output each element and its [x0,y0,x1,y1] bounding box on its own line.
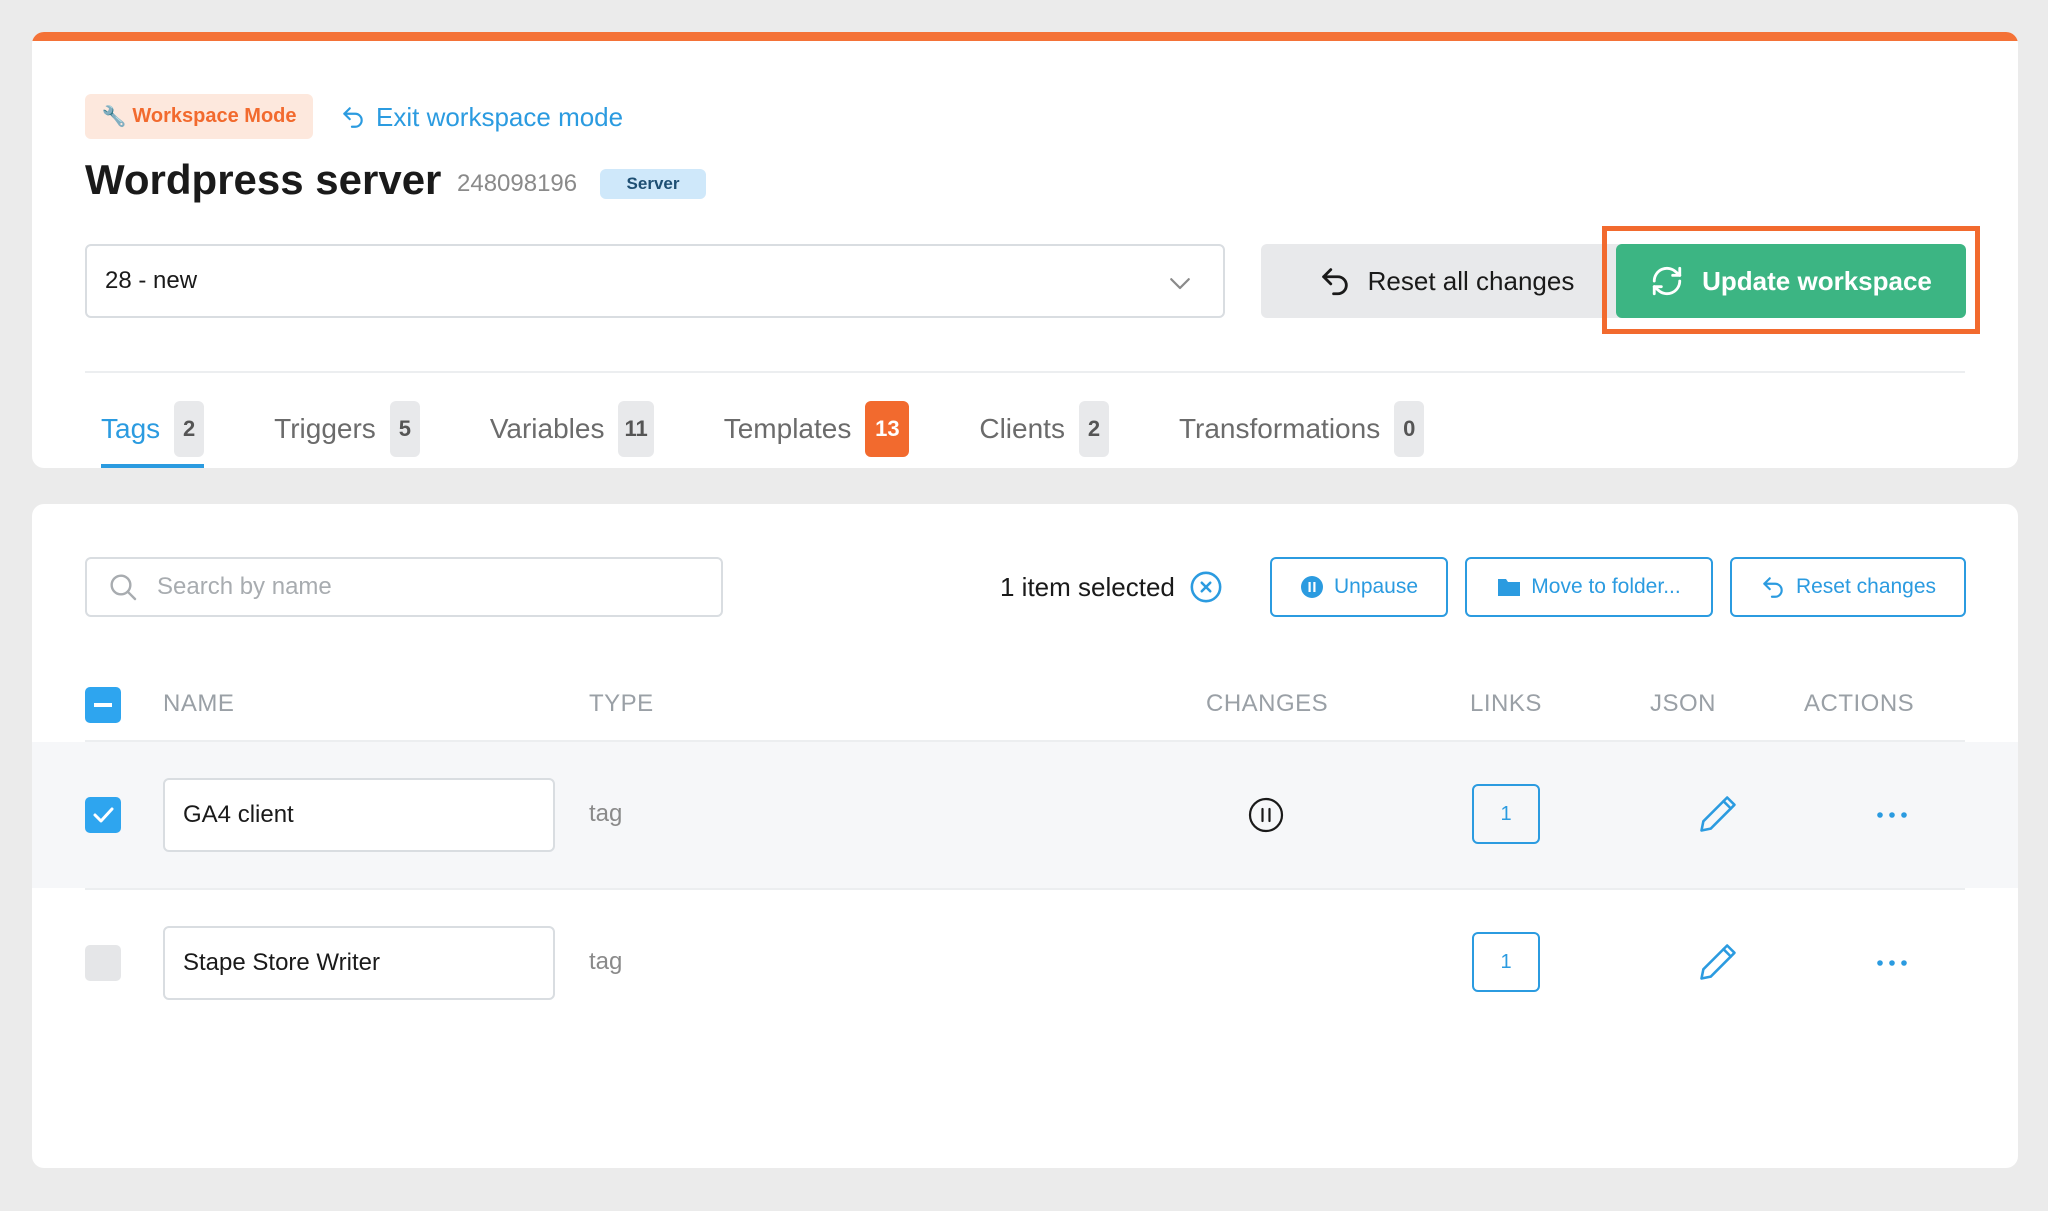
version-select[interactable]: 28 - new [85,244,1225,318]
undo-arrow-icon [1321,268,1348,296]
row-links-button[interactable]: 1 [1472,784,1540,844]
pause-icon [1300,576,1323,598]
reset-all-changes-button[interactable]: Reset all changes [1261,244,1631,318]
search-box[interactable] [85,557,723,617]
tab-label: Tags [101,413,161,444]
update-workspace-button[interactable]: Update workspace [1616,244,1966,318]
accent-bar [32,32,2018,41]
column-header-name[interactable]: NAME [163,690,234,718]
table-row[interactable]: GA4 client tag 1 [32,742,2018,888]
unpause-label: Unpause [1333,575,1419,598]
column-header-changes: CHANGES [1206,690,1329,717]
update-workspace-label: Update workspace [1702,265,1932,296]
row-links-button[interactable]: 1 [1472,932,1540,992]
pencil-icon[interactable] [1696,792,1740,836]
version-select-value: 28 - new [105,267,198,294]
tab-label: Variables [489,413,605,444]
more-icon[interactable] [1874,956,1910,970]
exit-workspace-label: Exit workspace mode [376,101,624,132]
column-header-links: LINKS [1470,690,1542,717]
selection-count-text: 1 item selected [1000,571,1175,602]
search-input[interactable] [157,573,697,601]
unpause-button[interactable]: Unpause [1270,557,1448,617]
pause-icon [1248,797,1284,833]
tab-count-badge: 0 [1394,401,1425,457]
move-to-folder-label: Move to folder... [1531,575,1681,598]
column-header-json: JSON [1650,690,1717,717]
folder-icon [1498,579,1521,596]
move-to-folder-button[interactable]: Move to folder... [1465,557,1713,617]
pencil-icon[interactable] [1696,940,1740,984]
header-divider [85,371,1965,373]
select-all-checkbox[interactable] [85,687,121,723]
undo-arrow-icon [1763,577,1783,598]
tab-bar: Tags 2 Triggers 5 Variables 11 Templates… [85,390,1478,468]
table-row[interactable]: Stape Store Writer tag 1 [32,890,2018,1036]
column-header-actions: ACTIONS [1804,690,1915,717]
reset-changes-label: Reset changes [1795,575,1937,598]
tab-tags[interactable]: Tags 2 [85,390,205,468]
reset-changes-button[interactable]: Reset changes [1730,557,1966,617]
undo-arrow-icon [343,107,363,128]
chevron-down-icon [1170,278,1190,290]
tags-list-card: 1 item selected Unpause Move to folder..… [32,504,2018,1168]
check-icon [93,807,114,823]
tab-label: Triggers [274,413,376,444]
workspace-header-card: 🔧 Workspace Mode Exit workspace mode Wor… [32,32,2018,468]
tab-label: Templates [723,413,852,444]
workspace-mode-label: Workspace Mode [132,105,297,127]
search-icon [110,574,137,601]
wrench-icon: 🔧 [101,106,127,128]
exit-workspace-link[interactable]: Exit workspace mode [340,98,623,136]
tab-count-badge: 11 [618,401,654,457]
workspace-mode-badge: 🔧 Workspace Mode [85,94,313,139]
tab-templates[interactable]: Templates 13 [708,390,910,468]
column-header-type[interactable]: TYPE [589,690,654,718]
row-name-field[interactable]: Stape Store Writer [163,926,555,1000]
reset-all-changes-label: Reset all changes [1367,265,1575,296]
row-name-field[interactable]: GA4 client [163,778,555,852]
tab-count-badge: 2 [1078,401,1109,457]
selection-status: 1 item selected [1000,570,1223,604]
tab-count-badge: 2 [174,401,205,457]
server-id: 248098196 [457,170,578,197]
refresh-icon [1652,266,1682,296]
tab-variables[interactable]: Variables 11 [474,390,654,468]
tab-label: Clients [979,413,1065,444]
page-title: Wordpress server [85,156,442,203]
tab-label: Transformations [1178,413,1381,444]
tab-count-badge-alert: 13 [865,401,910,457]
close-circle-icon[interactable] [1189,570,1223,604]
row-checkbox[interactable] [85,797,121,833]
row-type: tag [589,800,623,827]
row-checkbox[interactable] [85,945,121,981]
more-icon[interactable] [1874,808,1910,822]
tab-clients[interactable]: Clients 2 [963,390,1109,468]
tab-transformations[interactable]: Transformations 0 [1163,390,1425,468]
server-badge: Server [600,169,706,199]
tab-count-badge: 5 [389,401,420,457]
tab-triggers[interactable]: Triggers 5 [258,390,420,468]
row-type: tag [589,948,623,975]
